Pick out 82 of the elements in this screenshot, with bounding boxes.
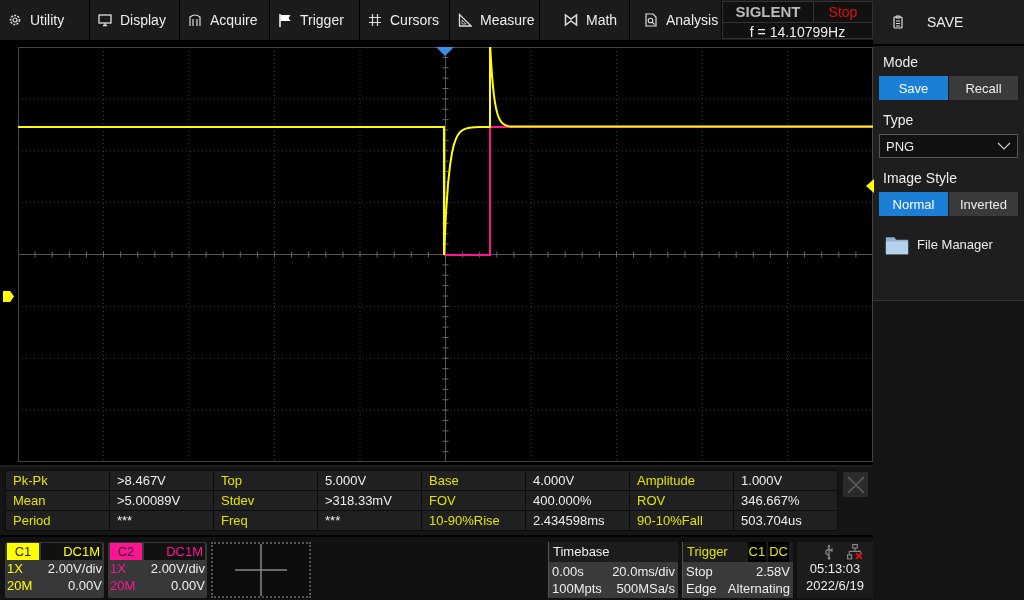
measure-value: >318.33mV <box>318 491 422 510</box>
measure-label: 90-10%Fall <box>630 511 734 530</box>
trigger-position-marker <box>436 47 454 56</box>
trigger-title: Trigger <box>687 543 728 561</box>
bandwidth-value: 20M <box>110 577 136 594</box>
measure-value: 503.704us <box>734 511 838 530</box>
monitor-icon <box>98 13 112 27</box>
timebase-title: Timebase <box>549 542 678 562</box>
probe-value: 1X <box>110 560 126 577</box>
magnifier-document-icon <box>644 13 658 27</box>
panel-title: SAVE <box>927 14 964 30</box>
measure-value: 4.000V <box>526 471 630 490</box>
clipboard-icon <box>891 15 905 29</box>
trigger-panel[interactable]: Trigger C1 DC Stop 2.58V Edge Alternating <box>682 542 793 598</box>
offset-value: 0.00V <box>68 577 102 594</box>
measure-value: 400.000% <box>526 491 630 510</box>
measure-label: Period <box>6 511 109 530</box>
run-state: Stop <box>827 3 859 22</box>
channel-ground-marker <box>3 291 14 302</box>
option-button[interactable]: Normal <box>879 192 948 216</box>
trigger-type: Edge <box>686 580 717 597</box>
option-button[interactable]: Inverted <box>949 192 1018 216</box>
trigger-coupling: DC <box>768 542 789 562</box>
measure-label: ROV <box>630 491 734 510</box>
delay-value: 0.00s <box>552 563 584 580</box>
gear-icon <box>8 13 22 27</box>
measure-value: 346.667% <box>734 491 838 510</box>
coupling-label: DC1M <box>41 543 102 560</box>
trigger-source: C1 <box>747 542 767 562</box>
frequency-readout: f = 14.10799Hz <box>748 23 847 42</box>
ruler-triangle-icon <box>458 13 472 27</box>
timebase-scale: 20.0ms/div <box>612 563 675 580</box>
flag-icon <box>278 13 292 27</box>
measure-value: 1.000V <box>734 471 838 490</box>
scale-value: 2.00V/div <box>150 560 205 577</box>
offset-value: 0.00V <box>171 577 205 594</box>
probe-value: 1X <box>7 560 23 577</box>
measure-label: Top <box>214 471 317 490</box>
measure-value: 5.000V <box>318 471 422 490</box>
measure-value: >8.467V <box>110 471 213 490</box>
section-label: Type <box>882 112 915 128</box>
scale-value: 2.00V/div <box>47 560 102 577</box>
measure-value: >5.00089V <box>110 491 213 510</box>
brand-logo: SIGLENT <box>723 2 814 22</box>
clock-time: 05:13:03 <box>809 560 861 577</box>
channel-label: C1 <box>7 543 39 560</box>
channel-label: C2 <box>110 543 142 560</box>
trigger-state: Stop <box>686 563 713 580</box>
measure-label: Amplitude <box>630 471 734 490</box>
plus-icon <box>235 544 287 596</box>
close-button[interactable] <box>843 472 868 497</box>
measure-label: Base <box>422 471 526 490</box>
channel-card[interactable]: C1 DC1M 1X 2.00V/div 20M 0.00V <box>5 542 104 598</box>
measure-label: FOV <box>422 491 526 510</box>
trigger-level: 2.58V <box>756 563 790 580</box>
measure-label: Mean <box>6 491 109 510</box>
sample-rate: 500MSa/s <box>616 580 675 597</box>
bandwidth-value: 20M <box>7 577 33 594</box>
option-button[interactable]: Recall <box>949 76 1018 100</box>
trigger-mode: Alternating <box>727 580 790 597</box>
network-disconnected-icon <box>847 544 863 560</box>
measure-value: 2.434598ms <box>526 511 630 530</box>
timebase-panel[interactable]: Timebase 0.00s 20.0ms/div 100Mpts 500MSa/s <box>548 542 678 598</box>
measure-value: *** <box>318 511 422 530</box>
m-shape-icon <box>564 13 578 27</box>
measure-label: Pk-Pk <box>6 471 109 490</box>
add-channel-button[interactable] <box>211 542 311 598</box>
measure-label: Stdev <box>214 491 317 510</box>
file-manager-button[interactable]: File Manager <box>879 228 997 260</box>
coupling-label: DC1M <box>144 543 205 560</box>
measure-value: *** <box>110 511 213 530</box>
channel-card[interactable]: C2 DC1M 1X 2.00V/div 20M 0.00V <box>108 542 207 598</box>
option-button[interactable]: Save <box>879 76 948 100</box>
measure-label: Freq <box>214 511 317 530</box>
grid-icon <box>368 13 382 27</box>
section-label: Image Style <box>882 170 958 186</box>
arch-icon <box>188 13 202 27</box>
type-dropdown[interactable]: PNG <box>879 134 1018 158</box>
memory-depth: 100Mpts <box>552 580 602 597</box>
measure-label: 10-90%Rise <box>422 511 526 530</box>
clock-date: 2022/6/19 <box>806 577 864 594</box>
section-label: Mode <box>882 54 920 70</box>
